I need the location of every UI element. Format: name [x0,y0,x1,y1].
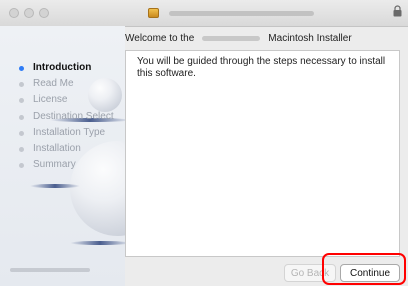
step-label: Destination Select [33,110,114,122]
page-heading: Welcome to the Macintosh Installer [125,26,408,50]
package-icon [148,8,159,18]
step-bullet-icon [19,82,24,88]
window-title-bar [0,0,408,27]
step-license: License [0,92,125,108]
step-installation-type: Installation Type [0,125,125,141]
close-window-button[interactable] [9,8,19,18]
heading-prefix: Welcome to the [125,32,195,44]
window-title [148,6,314,20]
step-label: Introduction [33,62,92,73]
step-label: Installation [33,142,81,154]
step-introduction: Introduction [0,60,125,76]
decorative-swoosh [30,184,80,188]
step-bullet-icon [19,66,24,71]
redacted-footer-text [10,268,90,272]
content-pane: You will be guided through the steps nec… [125,50,400,257]
minimize-window-button[interactable] [24,8,34,18]
heading-suffix: Macintosh Installer [268,32,352,44]
step-bullet-icon [19,130,24,136]
step-bullet-icon [19,98,24,104]
step-label: Summary [33,159,76,171]
redacted-product-name [202,35,261,41]
step-summary: Summary [0,157,125,173]
highlight-annotation [322,253,406,285]
step-label: Installation Type [33,126,106,138]
step-installation: Installation [0,141,125,157]
redacted-window-title [169,10,314,16]
step-bullet-icon [19,146,24,152]
step-bullet-icon [19,163,24,169]
step-label: License [33,94,68,106]
step-label: Read Me [33,78,74,90]
step-read-me: Read Me [0,76,125,92]
lock-icon [393,5,402,17]
decorative-swoosh [70,241,125,245]
introduction-text: You will be guided through the steps nec… [137,56,386,79]
step-bullet-icon [19,114,24,120]
step-destination-select: Destination Select [0,109,125,125]
installer-sidebar: Introduction Read Me License Destination… [0,26,125,286]
installer-steps-list: Introduction Read Me License Destination… [0,60,125,173]
zoom-window-button[interactable] [39,8,49,18]
